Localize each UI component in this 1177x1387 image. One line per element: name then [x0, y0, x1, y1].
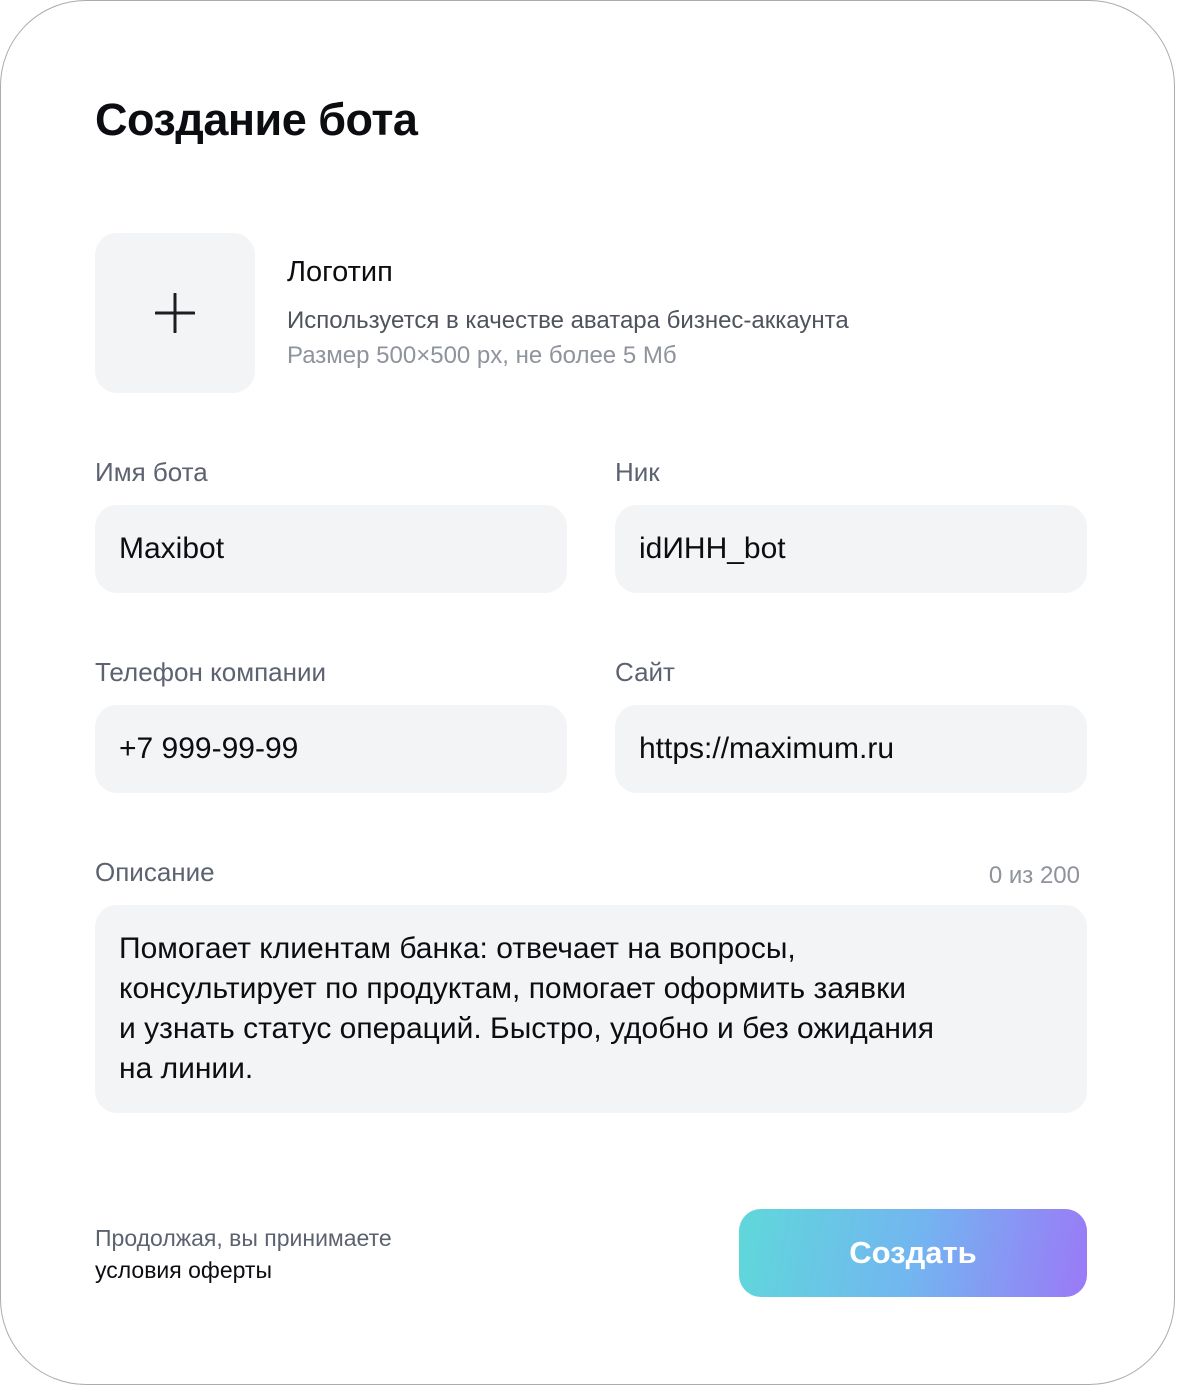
logo-title: Логотип	[287, 256, 393, 288]
description-textarea[interactable]: Помогает клиентам банка: отвечает на воп…	[95, 905, 1087, 1113]
phone-input[interactable]: +7 999-99-99	[95, 705, 567, 793]
logo-description: Используется в качестве аватара бизнес-а…	[287, 307, 849, 334]
create-button[interactable]: Создать	[739, 1209, 1087, 1297]
plus-icon	[155, 293, 195, 333]
nick-value: idИНН_bot	[639, 532, 786, 565]
nick-input[interactable]: idИНН_bot	[615, 505, 1087, 593]
bot-name-value: Maxibot	[119, 532, 225, 565]
bot-name-label: Имя бота	[95, 457, 208, 487]
description-line: и узнать статус операций. Быстро, удобно…	[119, 1012, 934, 1045]
phone-value: +7 999-99-99	[119, 732, 299, 765]
description-line: Помогает клиентам банка: отвечает на воп…	[119, 932, 796, 965]
phone-label: Телефон компании	[95, 657, 327, 687]
description-line: на линии.	[119, 1052, 254, 1085]
site-label: Сайт	[615, 657, 675, 687]
site-input[interactable]: https://maximum.ru	[615, 705, 1087, 793]
description-label: Описание	[95, 857, 215, 887]
nick-label: Ник	[615, 457, 660, 487]
description-line: консультирует по продуктам, помогает офо…	[119, 972, 906, 1005]
description-char-counter: 0 из 200	[988, 862, 1080, 889]
logo-upload-button[interactable]	[95, 233, 255, 393]
create-bot-dialog: Создание бота Логотип Используется в кач…	[0, 0, 1175, 1385]
terms-text: Продолжая, вы принимаете	[95, 1225, 392, 1251]
logo-size-hint: Размер 500×500 px, не более 5 Мб	[287, 342, 677, 369]
site-value: https://maximum.ru	[639, 732, 895, 765]
terms-link[interactable]: условия оферты	[95, 1255, 272, 1285]
dialog-title: Создание бота	[95, 94, 418, 145]
bot-name-input[interactable]: Maxibot	[95, 505, 567, 593]
